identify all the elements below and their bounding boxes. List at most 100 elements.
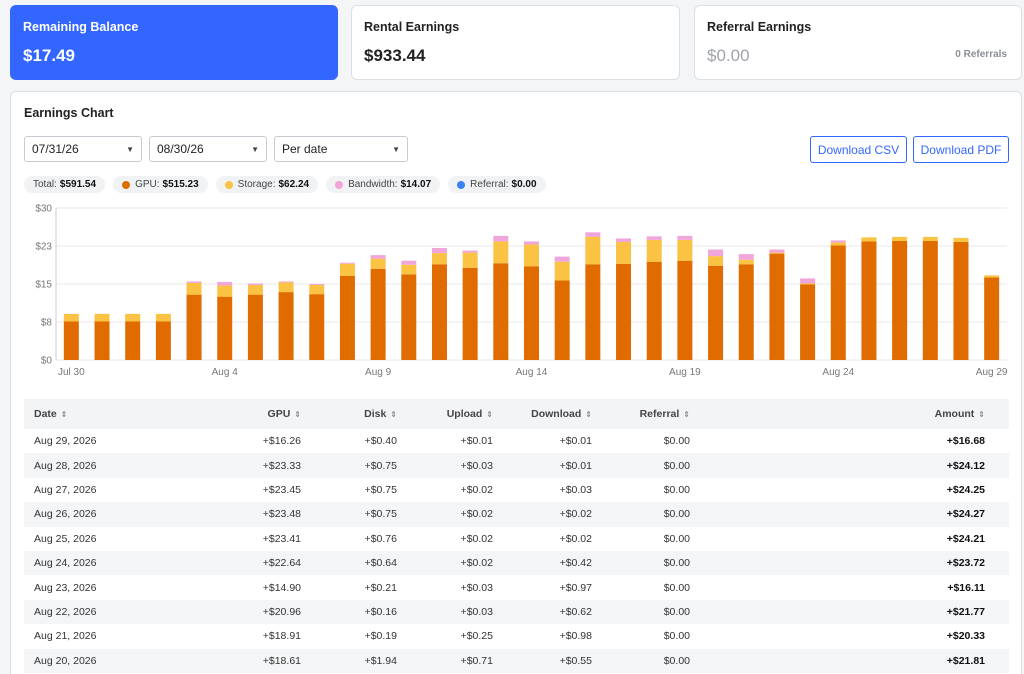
bar-storage[interactable] <box>922 236 938 241</box>
bar-bandwidth[interactable] <box>708 249 724 257</box>
bar-bandwidth[interactable] <box>646 236 662 240</box>
sort-icon[interactable]: ⇕ <box>585 410 592 419</box>
bar-bandwidth[interactable] <box>370 255 386 259</box>
bar-storage[interactable] <box>247 285 263 295</box>
bar-bandwidth[interactable] <box>462 250 478 253</box>
bar-gpu[interactable] <box>616 263 632 360</box>
bar-storage[interactable] <box>830 242 846 246</box>
column-header-upload[interactable]: Upload ⇕ <box>397 408 493 420</box>
column-header-amount[interactable]: Amount ⇕ <box>690 408 997 420</box>
bar-gpu[interactable] <box>63 321 79 360</box>
column-header-disk[interactable]: Disk ⇕ <box>301 408 397 420</box>
bar-storage[interactable] <box>800 283 816 285</box>
bar-bandwidth[interactable] <box>186 281 202 283</box>
bar-bandwidth[interactable] <box>677 235 693 240</box>
bar-gpu[interactable] <box>217 296 233 360</box>
sort-icon[interactable]: ⇕ <box>390 410 397 419</box>
bar-bandwidth[interactable] <box>524 241 539 245</box>
column-header-date[interactable]: Date ⇕ <box>24 408 174 420</box>
granularity-select[interactable]: Per date ▼ <box>274 136 408 162</box>
column-header-gpu[interactable]: GPU ⇕ <box>174 408 301 420</box>
sort-icon[interactable]: ⇕ <box>294 410 301 419</box>
bar-gpu[interactable] <box>247 294 263 360</box>
bar-storage[interactable] <box>462 252 478 268</box>
bar-storage[interactable] <box>94 313 110 322</box>
bar-bandwidth[interactable] <box>800 278 816 284</box>
bar-bandwidth[interactable] <box>830 240 846 243</box>
bar-gpu[interactable] <box>554 280 570 360</box>
bar-gpu[interactable] <box>830 245 846 360</box>
bar-storage[interactable] <box>401 264 417 275</box>
bar-gpu[interactable] <box>524 266 539 360</box>
column-header-download[interactable]: Download ⇕ <box>493 408 592 420</box>
bar-bandwidth[interactable] <box>493 235 509 242</box>
bar-bandwidth[interactable] <box>309 284 325 286</box>
bar-gpu[interactable] <box>892 240 908 360</box>
bar-storage[interactable] <box>984 275 1000 278</box>
bar-storage[interactable] <box>677 239 693 261</box>
download-csv-button[interactable]: Download CSV <box>810 136 907 163</box>
bar-storage[interactable] <box>646 239 662 262</box>
bar-storage[interactable] <box>616 241 632 264</box>
sort-icon[interactable]: ⇕ <box>683 410 690 419</box>
bar-storage[interactable] <box>738 259 754 265</box>
bar-gpu[interactable] <box>493 263 509 360</box>
bar-gpu[interactable] <box>984 277 1000 360</box>
bar-bandwidth[interactable] <box>339 262 355 264</box>
bar-gpu[interactable] <box>94 321 110 360</box>
bar-bandwidth[interactable] <box>247 283 263 286</box>
bar-storage[interactable] <box>953 237 969 242</box>
legend-gpu[interactable]: GPU: $515.23 <box>113 176 208 193</box>
bar-storage[interactable] <box>554 261 570 281</box>
bar-storage[interactable] <box>125 313 141 322</box>
sort-icon[interactable]: ⇕ <box>486 410 493 419</box>
bar-storage[interactable] <box>278 282 294 293</box>
bar-gpu[interactable] <box>800 284 816 360</box>
bar-gpu[interactable] <box>339 275 355 360</box>
bar-storage[interactable] <box>493 241 509 264</box>
bar-bandwidth[interactable] <box>401 260 417 265</box>
bar-bandwidth[interactable] <box>554 256 570 262</box>
bar-gpu[interactable] <box>370 268 386 360</box>
column-header-referral[interactable]: Referral ⇕ <box>592 408 690 420</box>
bar-storage[interactable] <box>861 237 877 242</box>
legend-bandwidth[interactable]: Bandwidth: $14.07 <box>326 176 441 193</box>
bar-gpu[interactable] <box>125 321 141 360</box>
legend-referral[interactable]: Referral: $0.00 <box>448 176 546 193</box>
bar-bandwidth[interactable] <box>431 248 447 254</box>
end-date-select[interactable]: 08/30/26 ▼ <box>149 136 267 162</box>
sort-icon[interactable]: ⇕ <box>61 410 68 419</box>
bar-storage[interactable] <box>339 263 355 276</box>
bar-storage[interactable] <box>769 252 785 254</box>
bar-storage[interactable] <box>585 236 601 265</box>
bar-gpu[interactable] <box>278 292 294 360</box>
bar-gpu[interactable] <box>431 264 447 360</box>
bar-bandwidth[interactable] <box>769 249 785 253</box>
sort-icon[interactable]: ⇕ <box>978 410 985 419</box>
bar-bandwidth[interactable] <box>585 232 601 237</box>
bar-bandwidth[interactable] <box>278 281 294 283</box>
bar-storage[interactable] <box>892 236 908 241</box>
legend-storage[interactable]: Storage: $62.24 <box>215 176 319 193</box>
bar-gpu[interactable] <box>186 294 202 360</box>
bar-gpu[interactable] <box>401 274 417 360</box>
download-pdf-button[interactable]: Download PDF <box>913 136 1009 163</box>
bar-gpu[interactable] <box>309 294 325 360</box>
bar-gpu[interactable] <box>922 240 938 360</box>
bar-storage[interactable] <box>155 313 171 322</box>
bar-gpu[interactable] <box>769 253 785 360</box>
bar-gpu[interactable] <box>462 267 478 360</box>
bar-storage[interactable] <box>63 313 79 322</box>
bar-bandwidth[interactable] <box>738 254 754 260</box>
bar-storage[interactable] <box>309 285 325 295</box>
bar-gpu[interactable] <box>708 265 724 360</box>
bar-storage[interactable] <box>217 285 233 297</box>
bar-gpu[interactable] <box>738 264 754 360</box>
bar-bandwidth[interactable] <box>616 238 632 242</box>
bar-storage[interactable] <box>186 282 202 295</box>
start-date-select[interactable]: 07/31/26 ▼ <box>24 136 142 162</box>
bar-gpu[interactable] <box>646 261 662 360</box>
bar-storage[interactable] <box>370 258 386 269</box>
bar-storage[interactable] <box>524 244 539 267</box>
bar-gpu[interactable] <box>677 260 693 360</box>
